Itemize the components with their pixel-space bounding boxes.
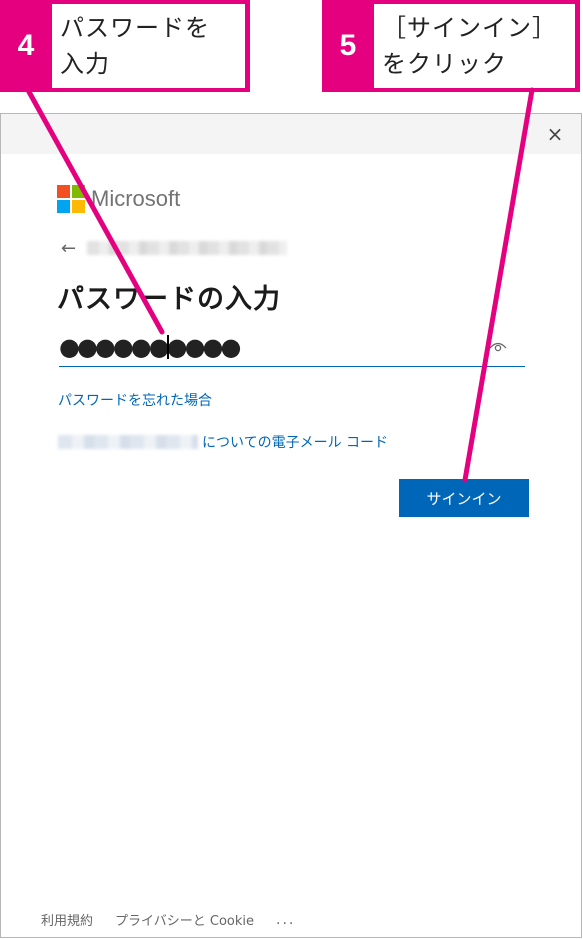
close-icon[interactable]: × — [543, 122, 567, 146]
password-field[interactable]: ●●●●●●●●●● — [59, 329, 479, 365]
privacy-link[interactable]: プライバシーと Cookie — [115, 910, 254, 929]
callout-text: パスワードを 入力 — [52, 4, 245, 88]
page-title: パスワードの入力 — [57, 284, 281, 315]
microsoft-logo: Microsoft — [57, 184, 180, 214]
email-code-row: についての電子メール コード — [58, 432, 388, 452]
title-bar: × — [1, 114, 581, 154]
password-field-container: ●●●●●●●●●● — [59, 329, 525, 367]
more-options-button[interactable]: ... — [276, 912, 295, 928]
microsoft-logo-icon — [57, 185, 85, 213]
eye-icon[interactable] — [489, 339, 507, 353]
logo-text: Microsoft — [91, 186, 181, 211]
callout-number: 4 — [17, 29, 35, 62]
masked-email — [58, 435, 198, 449]
back-arrow-icon[interactable]: ← — [61, 238, 83, 259]
callout-step-5: 5 ［サインイン］ をクリック — [322, 0, 580, 92]
email-code-link[interactable]: についての電子メール コード — [202, 432, 388, 452]
text-caret — [167, 335, 169, 359]
account-row: ← — [61, 236, 287, 260]
footer: 利用規約 プライバシーと Cookie ... — [41, 910, 317, 930]
signin-dialog: × Microsoft ← パスワードの入力 ●●●●●●●●●● パスワードを… — [0, 113, 582, 938]
forgot-password-link[interactable]: パスワードを忘れた場合 — [58, 390, 212, 410]
masked-email — [87, 241, 287, 255]
signin-button[interactable]: サインイン — [399, 479, 529, 517]
callout-step-4: 4 パスワードを 入力 — [0, 0, 250, 92]
callout-number: 5 — [339, 29, 357, 62]
terms-link[interactable]: 利用規約 — [41, 910, 93, 929]
callout-text: ［サインイン］ をクリック — [374, 4, 575, 88]
